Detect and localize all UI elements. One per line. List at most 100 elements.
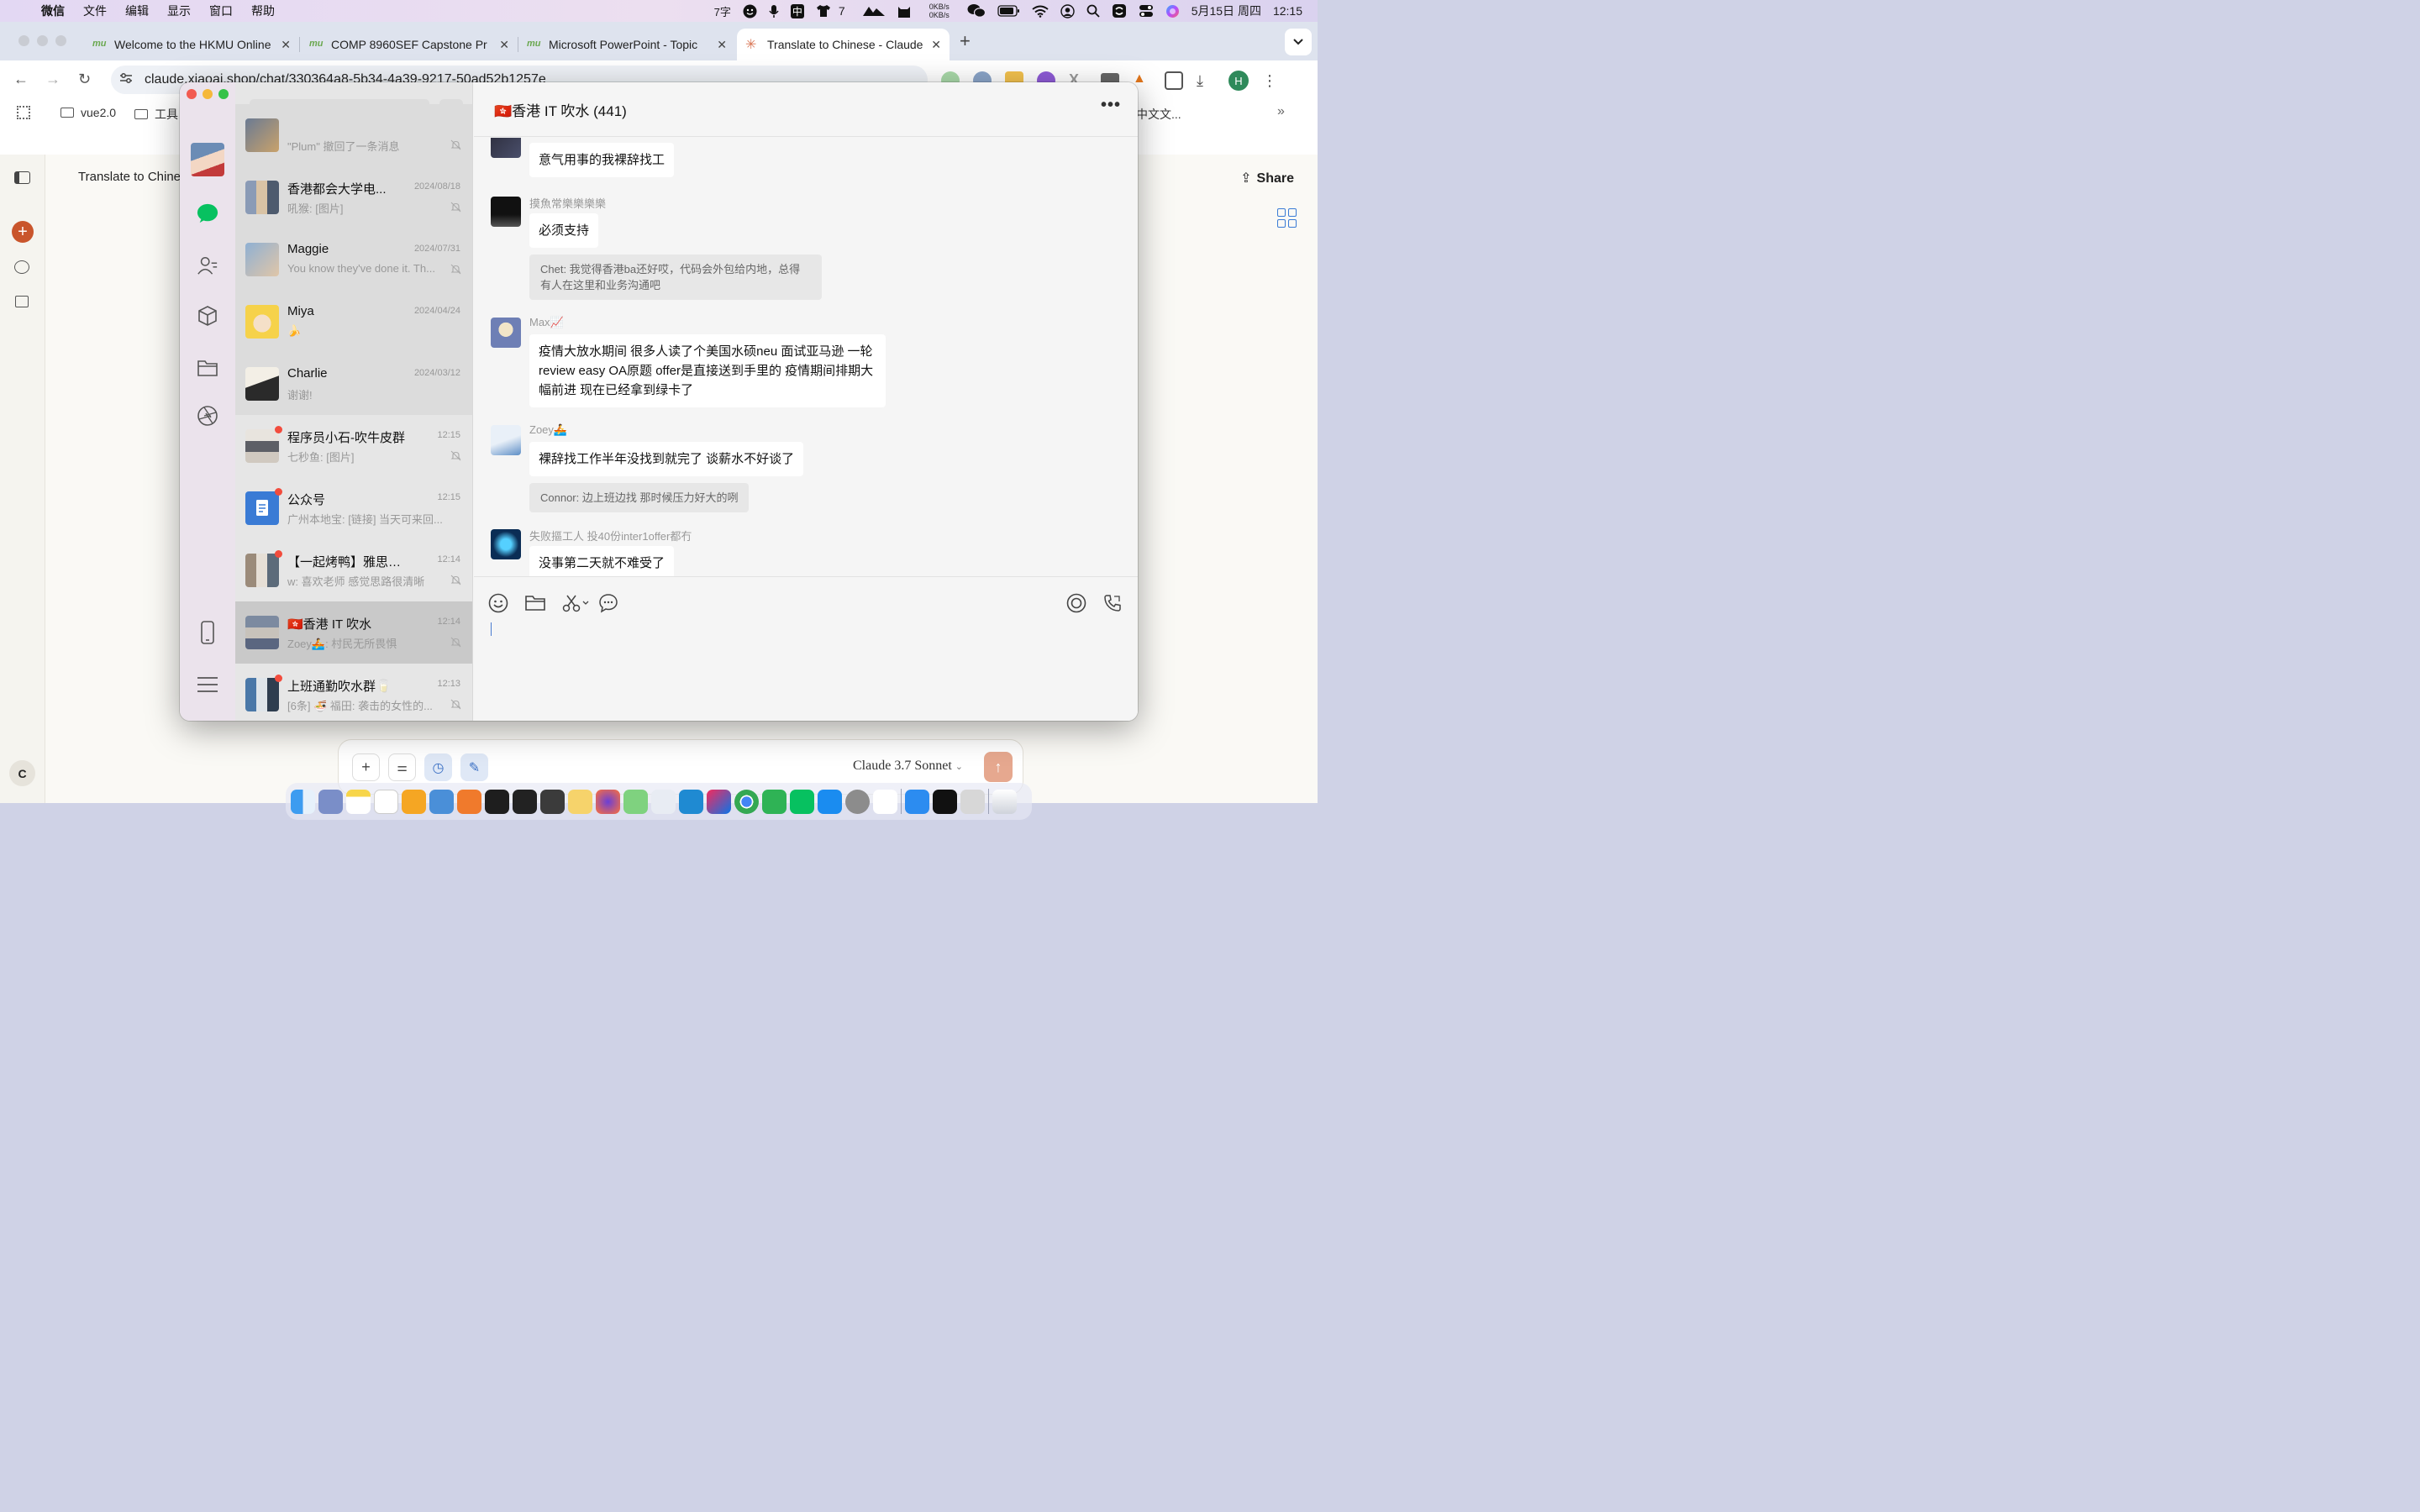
new-chat-button[interactable]: + (12, 221, 34, 243)
conversation-item[interactable]: 上班通勤吹水群🥛 12:13 [6条] 🍜 福田: 袭击的女性的... (235, 664, 472, 721)
more-menu-icon[interactable] (197, 674, 218, 696)
tab-close-icon[interactable]: ✕ (281, 38, 291, 52)
shirt-status-icon[interactable]: 7 (810, 4, 857, 18)
menu-edit[interactable]: 编辑 (116, 3, 158, 19)
conversation-item[interactable]: 公众号 12:15 广州本地宝: [链接] 当天可来回... (235, 477, 472, 539)
conversation-item[interactable]: 【一起烤鸭】雅思学习... 12:14 w: 喜欢老师 感觉思路很清晰 (235, 539, 472, 601)
menu-file[interactable]: 文件 (74, 3, 116, 19)
message-bubble[interactable]: 没事第二天就不难受了 (529, 546, 675, 576)
menu-window[interactable]: 窗口 (200, 3, 242, 19)
freeform-dock-icon[interactable] (905, 789, 929, 814)
menubar-date[interactable]: 5月15日 周四 (1186, 3, 1267, 19)
user-avatar[interactable]: C (9, 760, 35, 786)
extensions-puzzle-icon[interactable] (1165, 71, 1183, 90)
profile-avatar[interactable]: H (1228, 71, 1249, 91)
message-bubble[interactable]: 必须支持 (529, 213, 599, 248)
vscode-icon[interactable] (679, 789, 703, 814)
sender-avatar[interactable] (491, 529, 521, 559)
app-store-icon[interactable] (818, 789, 842, 814)
spotlight-search-icon[interactable] (1081, 4, 1106, 18)
freeform-icon[interactable] (374, 789, 398, 814)
menu-view[interactable]: 显示 (158, 3, 200, 19)
sender-avatar[interactable] (491, 318, 521, 348)
chat-history-bubble-icon[interactable] (597, 592, 619, 614)
chrome-icon[interactable] (734, 789, 759, 814)
intellij-icon[interactable] (707, 789, 731, 814)
terminal-window-icon[interactable] (933, 789, 957, 814)
tools-sliders-button[interactable]: ⚌ (388, 753, 416, 781)
wechat-status-icon[interactable] (961, 3, 992, 18)
bookmark-folder-tools[interactable]: 工具 (134, 106, 178, 123)
live-stream-icon[interactable] (1065, 592, 1087, 614)
cat-icon[interactable] (891, 4, 918, 18)
siri-icon[interactable] (1160, 4, 1186, 18)
site-settings-icon[interactable] (119, 72, 133, 88)
user-account-icon[interactable] (1055, 3, 1081, 18)
sender-avatar[interactable] (491, 197, 521, 227)
wechat-zoom-button[interactable] (218, 89, 229, 99)
projects-icon[interactable] (15, 296, 29, 307)
conversation-item[interactable]: Miya 2024/04/24 🍌 (235, 291, 472, 353)
window-minimize-button[interactable] (37, 35, 48, 46)
conversation-item[interactable]: 🇭🇰香港 IT 吹水 12:14 Zoey🚣: 村民无所畏惧 (235, 601, 472, 664)
panda-app-icon[interactable] (568, 789, 592, 814)
chrome-menu-icon[interactable]: ⋮ (1262, 72, 1277, 90)
launchpad-icon[interactable] (318, 789, 343, 814)
tab-close-icon[interactable]: ✕ (499, 38, 509, 52)
word-count-status[interactable]: 7字 (708, 3, 737, 19)
pages-pen-icon[interactable] (402, 789, 426, 814)
model-selector[interactable]: Claude 3.7 Sonnet ⌄ (853, 759, 963, 774)
system-settings-icon[interactable] (845, 789, 870, 814)
chat-input-area[interactable] (474, 576, 1138, 721)
database-icon[interactable] (429, 789, 454, 814)
trash-icon[interactable] (992, 789, 1017, 814)
wechat-close-button[interactable] (187, 89, 197, 99)
wechat-minimize-button[interactable] (203, 89, 213, 99)
hbuilder-icon[interactable] (762, 789, 786, 814)
apps-grid-icon[interactable] (17, 106, 30, 119)
control-center-icon[interactable] (1133, 4, 1160, 18)
emoji-face-icon[interactable] (737, 4, 763, 18)
menubar-time[interactable]: 12:15 (1267, 4, 1318, 18)
menu-app-name[interactable]: 微信 (32, 3, 74, 19)
conversation-title[interactable]: Translate to Chinese (78, 170, 194, 184)
favorites-cube-icon[interactable] (197, 305, 218, 327)
stacks-app-icon[interactable] (623, 789, 648, 814)
contacts-tab-icon[interactable] (197, 255, 218, 276)
bookmark-chinese-docs[interactable]: 中文文... (1136, 106, 1181, 123)
bookmark-folder-vue[interactable]: vue2.0 (60, 106, 116, 119)
emoji-icon[interactable] (487, 592, 509, 614)
bookmarks-overflow-icon[interactable]: » (1277, 104, 1285, 119)
wechat-dock-icon[interactable] (790, 789, 814, 814)
robot-app-icon[interactable] (651, 789, 676, 814)
conversation-item[interactable]: Charlie 2024/03/12 谢谢! (235, 353, 472, 415)
phone-device-icon[interactable] (197, 621, 218, 644)
extended-thinking-clock-button[interactable]: ◷ (424, 753, 452, 781)
mountain-icon[interactable] (857, 5, 891, 17)
tab-close-icon[interactable]: ✕ (717, 38, 727, 52)
call-phone-icon[interactable] (1102, 592, 1123, 614)
tab-search-button[interactable] (1285, 29, 1312, 55)
files-folder-icon[interactable] (197, 357, 218, 379)
message-bubble[interactable]: 意气用事的我裸辞找工 (529, 143, 675, 177)
new-tab-button[interactable]: + (960, 30, 971, 52)
chat-title[interactable]: 🇭🇰香港 IT 吹水 (441) (494, 99, 627, 120)
terminal-icon[interactable] (485, 789, 509, 814)
wifi-icon[interactable] (1026, 5, 1055, 18)
attach-plus-button[interactable]: + (352, 753, 380, 781)
share-button[interactable]: ⇪ Share (1240, 170, 1294, 186)
tab-close-icon[interactable]: ✕ (931, 38, 941, 52)
message-bubble[interactable]: 疫情大放水期间 很多人读了个美国水硕neu 面试亚马逊 一轮review eas… (529, 334, 886, 407)
quoted-reply[interactable]: Connor: 边上班边找 那时候压力好大的咧 (529, 483, 750, 512)
browser-tab-claude[interactable]: ✳ Translate to Chinese - Claude ✕ (737, 29, 950, 60)
message-bubble[interactable]: 裸辞找工作半年没找到就完了 谈薪水不好谈了 (529, 442, 804, 476)
input-method-icon[interactable]: 中 (785, 3, 810, 18)
download-icon[interactable]: ⤓ (1197, 72, 1215, 90)
browser-tab-powerpoint[interactable]: mu Microsoft PowerPoint - Topic ✕ (518, 29, 735, 60)
conversation-item[interactable]: 香港都会大学电... 2024/08/18 吼猴: [图片] (235, 166, 472, 228)
back-arrow-icon[interactable]: ← (13, 71, 29, 88)
battery-icon[interactable] (992, 5, 1026, 17)
artifacts-grid-icon[interactable] (1277, 208, 1297, 228)
terminal-alt-icon[interactable] (513, 789, 537, 814)
window-close-button[interactable] (18, 35, 29, 46)
